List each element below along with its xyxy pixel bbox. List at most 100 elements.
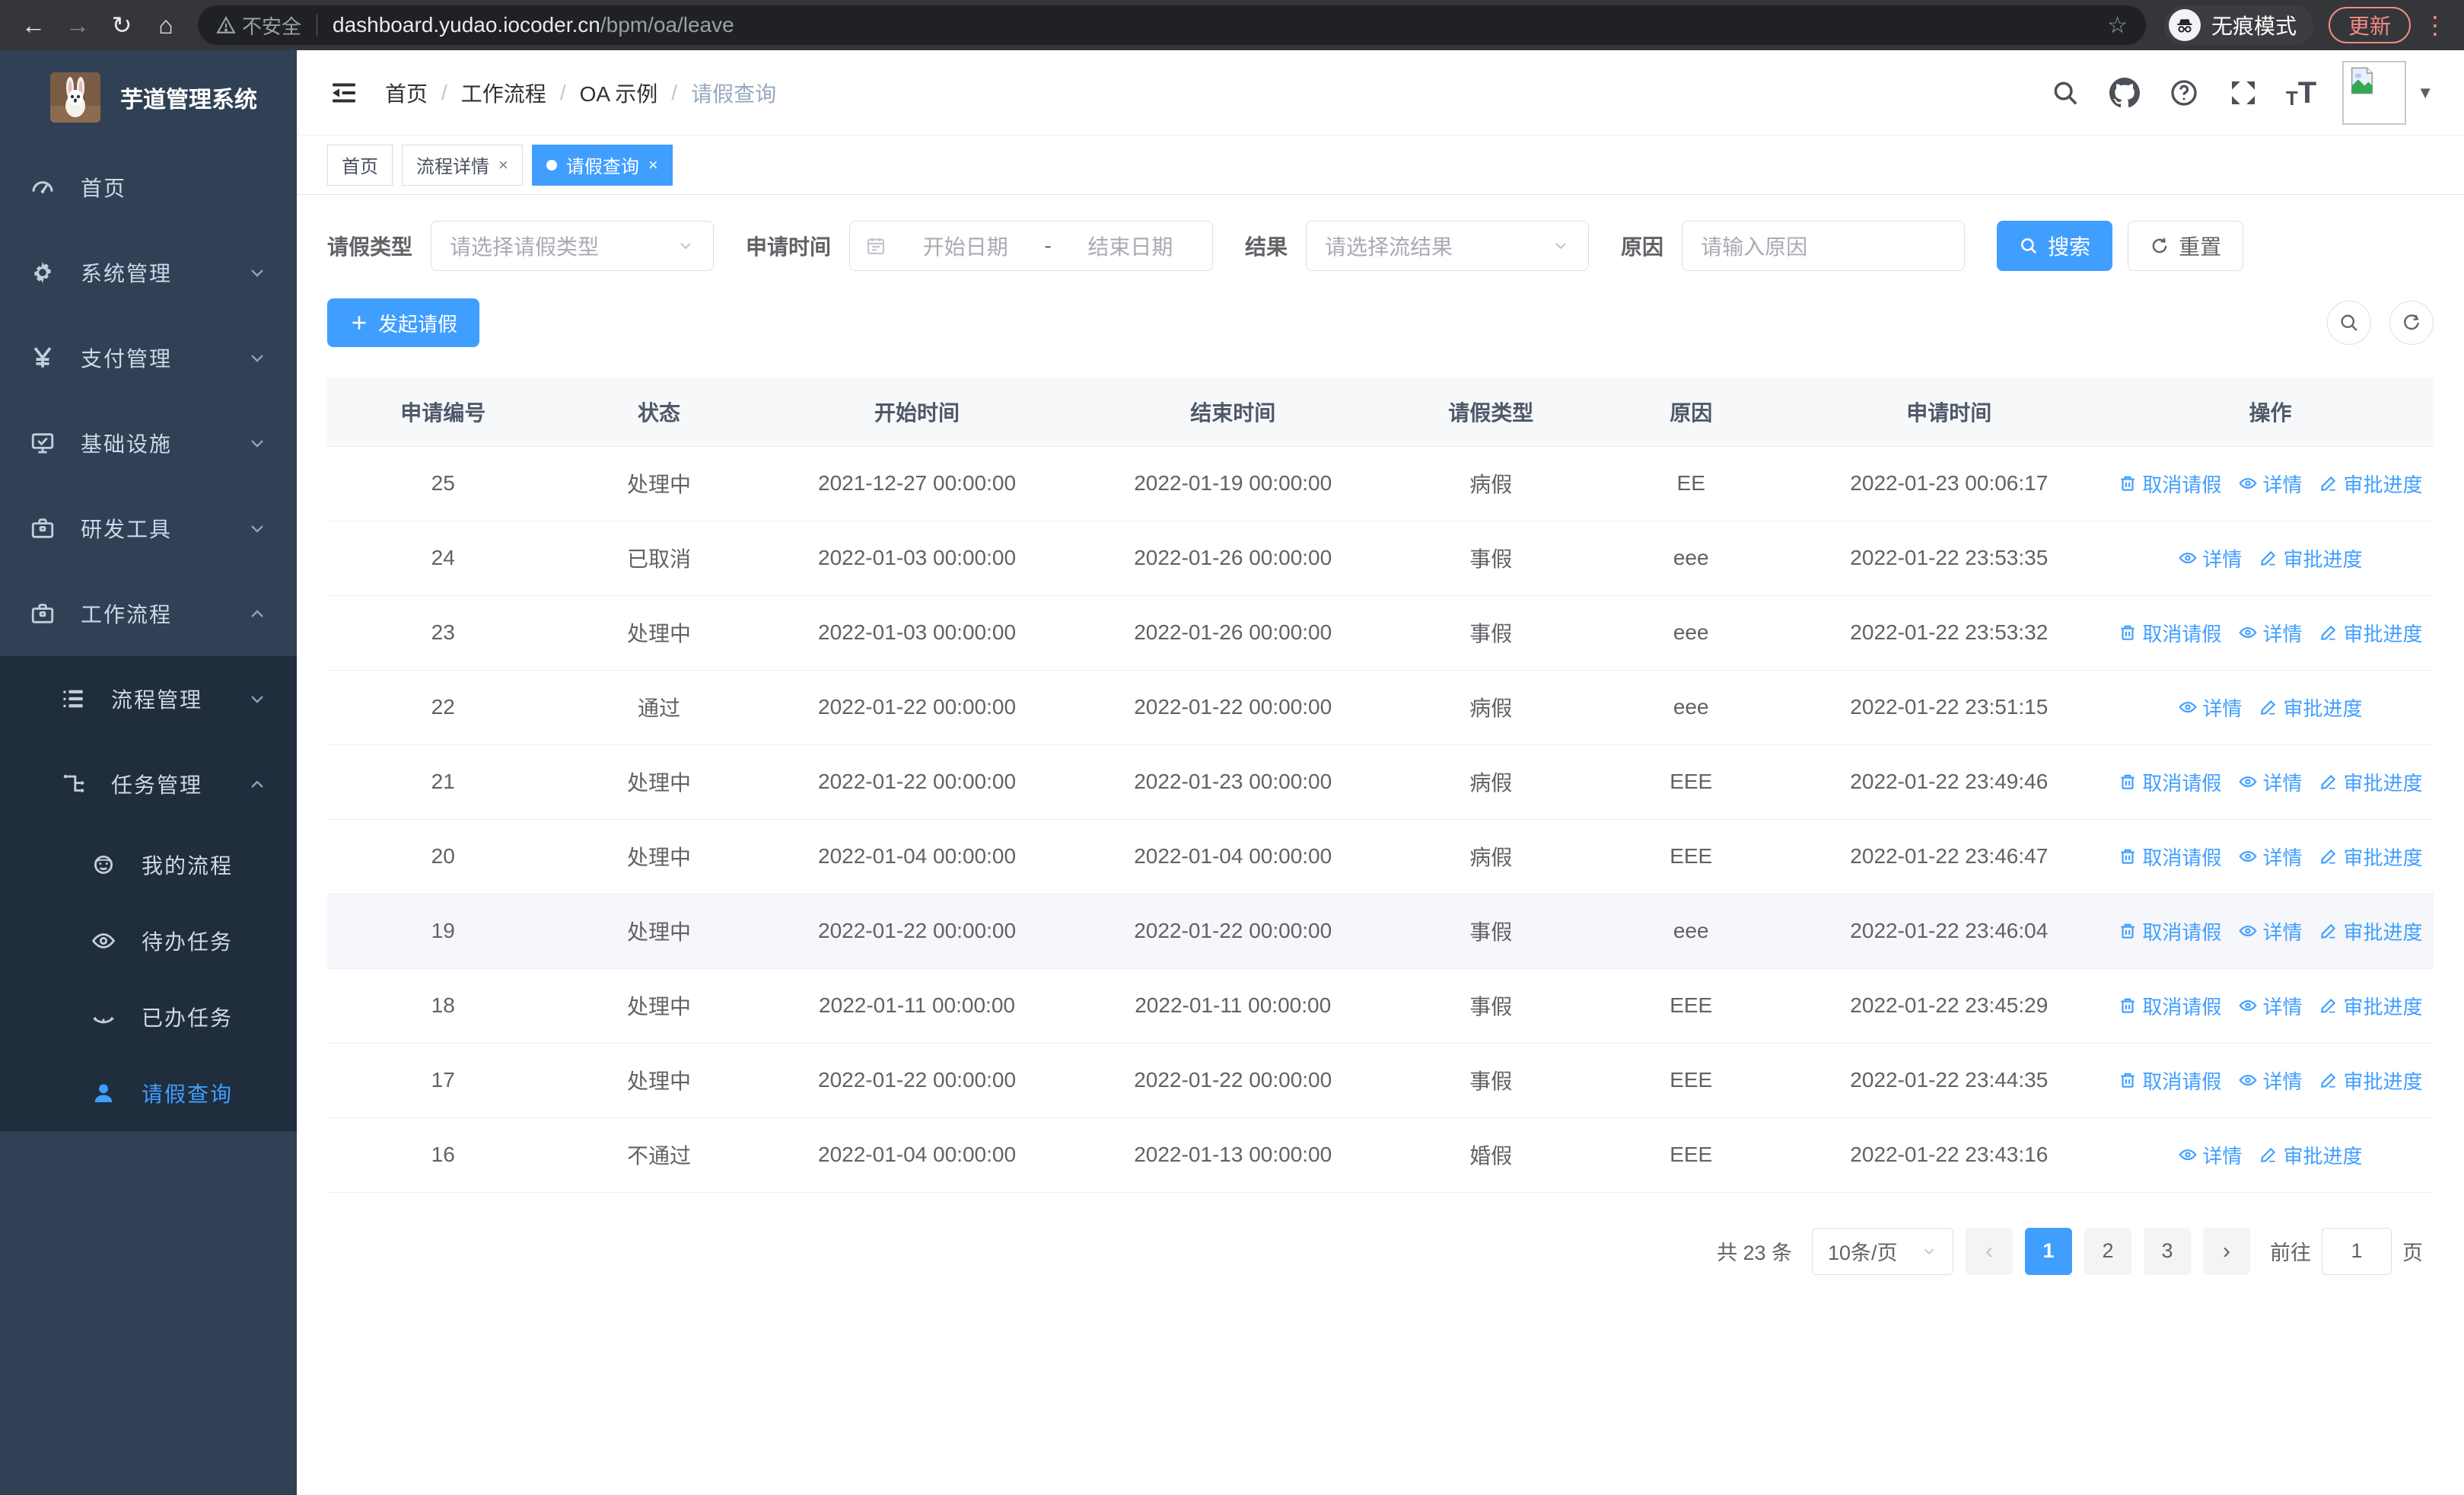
detail-action-link[interactable]: 详情 xyxy=(2238,917,2302,945)
breadcrumb-item-2[interactable]: OA 示例 xyxy=(580,78,658,108)
cell-id: 20 xyxy=(327,819,559,894)
sidebar-item-9[interactable]: 待办任务 xyxy=(0,903,297,979)
bookmark-star-icon[interactable]: ☆ xyxy=(2107,12,2128,39)
breadcrumb-item-3: 请假查询 xyxy=(691,81,777,106)
prev-page-button[interactable]: ‹ xyxy=(1966,1227,2013,1275)
action-label: 详情 xyxy=(2262,995,2303,1018)
tab-close-icon[interactable]: × xyxy=(498,155,508,175)
sidebar-item-8[interactable]: 我的流程 xyxy=(0,827,297,903)
broken-image-icon xyxy=(2351,67,2373,94)
toggle-search-button[interactable] xyxy=(2327,301,2371,345)
progress-action-link[interactable]: 审批进度 xyxy=(2319,992,2422,1020)
help-icon[interactable] xyxy=(2167,76,2201,110)
sidebar-item-4[interactable]: 研发工具 xyxy=(0,486,297,571)
table-row: 16 不通过 2022-01-04 00:00:00 2022-01-13 00:00… xyxy=(327,1117,2434,1193)
app-title: 芋道管理系统 xyxy=(120,88,257,113)
progress-action-link[interactable]: 审批进度 xyxy=(2259,544,2362,572)
page-button-3[interactable]: 3 xyxy=(2144,1227,2191,1275)
tab-1[interactable]: 流程详情 × xyxy=(402,144,523,186)
detail-action-link[interactable]: 详情 xyxy=(2238,843,2302,871)
tab-close-icon[interactable]: × xyxy=(648,155,658,175)
refresh-table-button[interactable] xyxy=(2389,301,2434,345)
tab-0[interactable]: 首页 xyxy=(327,144,393,186)
chevron-down-icon xyxy=(247,347,268,368)
sidebar-logo-row[interactable]: 芋道管理系统 xyxy=(0,50,297,145)
sidebar-item-2[interactable]: 支付管理 xyxy=(0,315,297,400)
cancel-action-link[interactable]: 取消请假 xyxy=(2118,1066,2221,1095)
action-label: 取消请假 xyxy=(2142,1069,2222,1093)
sidebar-item-10[interactable]: 已办任务 xyxy=(0,979,297,1055)
address-bar[interactable]: 不安全 dashboard.yudao.iocoder.cn/bpm/oa/le… xyxy=(198,5,2146,45)
progress-action-link[interactable]: 审批进度 xyxy=(2319,470,2422,498)
sidebar-item-0[interactable]: 首页 xyxy=(0,145,297,230)
progress-action-link[interactable]: 审批进度 xyxy=(2319,768,2422,796)
cancel-action-link[interactable]: 取消请假 xyxy=(2118,470,2221,498)
cell-type: 事假 xyxy=(1390,968,1591,1044)
browser-forward-button[interactable]: → xyxy=(58,5,97,45)
progress-action-link[interactable]: 审批进度 xyxy=(2259,693,2362,722)
browser-back-button[interactable]: ← xyxy=(14,5,53,45)
fullscreen-icon[interactable] xyxy=(2227,76,2260,110)
progress-action-link[interactable]: 审批进度 xyxy=(2319,917,2422,945)
cell-end: 2022-01-22 00:00:00 xyxy=(1074,894,1391,969)
cancel-action-link[interactable]: 取消请假 xyxy=(2118,768,2221,796)
cancel-action-link[interactable]: 取消请假 xyxy=(2118,843,2221,871)
sidebar-item-6[interactable]: 流程管理 xyxy=(0,656,297,741)
detail-action-link[interactable]: 详情 xyxy=(2178,1141,2242,1169)
result-select[interactable]: 请选择流结果 xyxy=(1306,221,1590,271)
detail-action-link[interactable]: 详情 xyxy=(2238,1066,2302,1095)
sidebar-item-5[interactable]: 工作流程 xyxy=(0,571,297,656)
user-avatar-menu[interactable]: ▼ xyxy=(2342,60,2434,125)
detail-action-link[interactable]: 详情 xyxy=(2238,470,2302,498)
page-size-select[interactable]: 10条/页 xyxy=(1812,1227,1953,1275)
leave-type-select[interactable]: 请选择请假类型 xyxy=(431,221,715,271)
reason-input[interactable]: 请输入原因 xyxy=(1682,221,1966,271)
github-icon[interactable] xyxy=(2108,76,2141,110)
next-page-button[interactable]: › xyxy=(2203,1227,2250,1275)
breadcrumb-item-1[interactable]: 工作流程 xyxy=(461,78,546,108)
create-leave-button[interactable]: 发起请假 xyxy=(327,298,480,347)
tab-2[interactable]: 请假查询 × xyxy=(531,144,673,186)
action-label: 审批进度 xyxy=(2283,696,2363,720)
breadcrumb-item-0[interactable]: 首页 xyxy=(385,78,428,108)
progress-action-link[interactable]: 审批进度 xyxy=(2319,619,2422,647)
page-button-1[interactable]: 1 xyxy=(2025,1227,2072,1275)
sidebar-collapse-icon[interactable] xyxy=(327,76,361,110)
browser-update-button[interactable]: 更新 xyxy=(2328,7,2411,43)
yen-icon xyxy=(29,344,56,371)
detail-action-link[interactable]: 详情 xyxy=(2238,619,2302,647)
apply-time-range-picker[interactable]: 开始日期 - 结束日期 xyxy=(849,221,1214,271)
browser-home-button[interactable]: ⌂ xyxy=(146,5,186,45)
detail-action-link[interactable]: 详情 xyxy=(2178,693,2242,722)
browser-reload-button[interactable]: ↻ xyxy=(102,5,142,45)
detail-action-link[interactable]: 详情 xyxy=(2178,544,2242,572)
date-end-input[interactable]: 结束日期 xyxy=(1064,231,1197,261)
security-warning[interactable]: 不安全 xyxy=(216,11,301,40)
sidebar-item-1[interactable]: 系统管理 xyxy=(0,230,297,315)
cancel-action-link[interactable]: 取消请假 xyxy=(2118,619,2221,647)
cancel-action-link[interactable]: 取消请假 xyxy=(2118,992,2221,1020)
progress-action-link[interactable]: 审批进度 xyxy=(2259,1141,2362,1169)
detail-action-link[interactable]: 详情 xyxy=(2238,768,2302,796)
cell-reason: EEE xyxy=(1590,1117,1791,1193)
action-label: 详情 xyxy=(2262,920,2303,944)
font-size-icon[interactable]: TT xyxy=(2286,78,2316,108)
cell-end: 2022-01-26 00:00:00 xyxy=(1074,521,1391,596)
search-icon[interactable] xyxy=(2049,76,2082,110)
pagination: 共 23 条 10条/页 ‹ 123 › 前往 1 页 xyxy=(327,1227,2423,1275)
date-start-input[interactable]: 开始日期 xyxy=(899,231,1032,261)
sidebar-item-7[interactable]: 任务管理 xyxy=(0,741,297,827)
sidebar-item-3[interactable]: 基础设施 xyxy=(0,400,297,486)
goto-page-input[interactable]: 1 xyxy=(2322,1227,2392,1275)
page-button-2[interactable]: 2 xyxy=(2084,1227,2131,1275)
sidebar-item-label: 任务管理 xyxy=(111,773,203,797)
browser-menu-icon[interactable]: ⋮ xyxy=(2420,11,2450,40)
cell-type: 事假 xyxy=(1390,595,1591,671)
progress-action-link[interactable]: 审批进度 xyxy=(2319,843,2422,871)
detail-action-link[interactable]: 详情 xyxy=(2238,992,2302,1020)
cancel-action-link[interactable]: 取消请假 xyxy=(2118,917,2221,945)
search-button[interactable]: 搜索 xyxy=(1997,221,2113,271)
reset-button[interactable]: 重置 xyxy=(2128,221,2244,271)
sidebar-item-11[interactable]: 请假查询 xyxy=(0,1055,297,1131)
progress-action-link[interactable]: 审批进度 xyxy=(2319,1066,2422,1095)
